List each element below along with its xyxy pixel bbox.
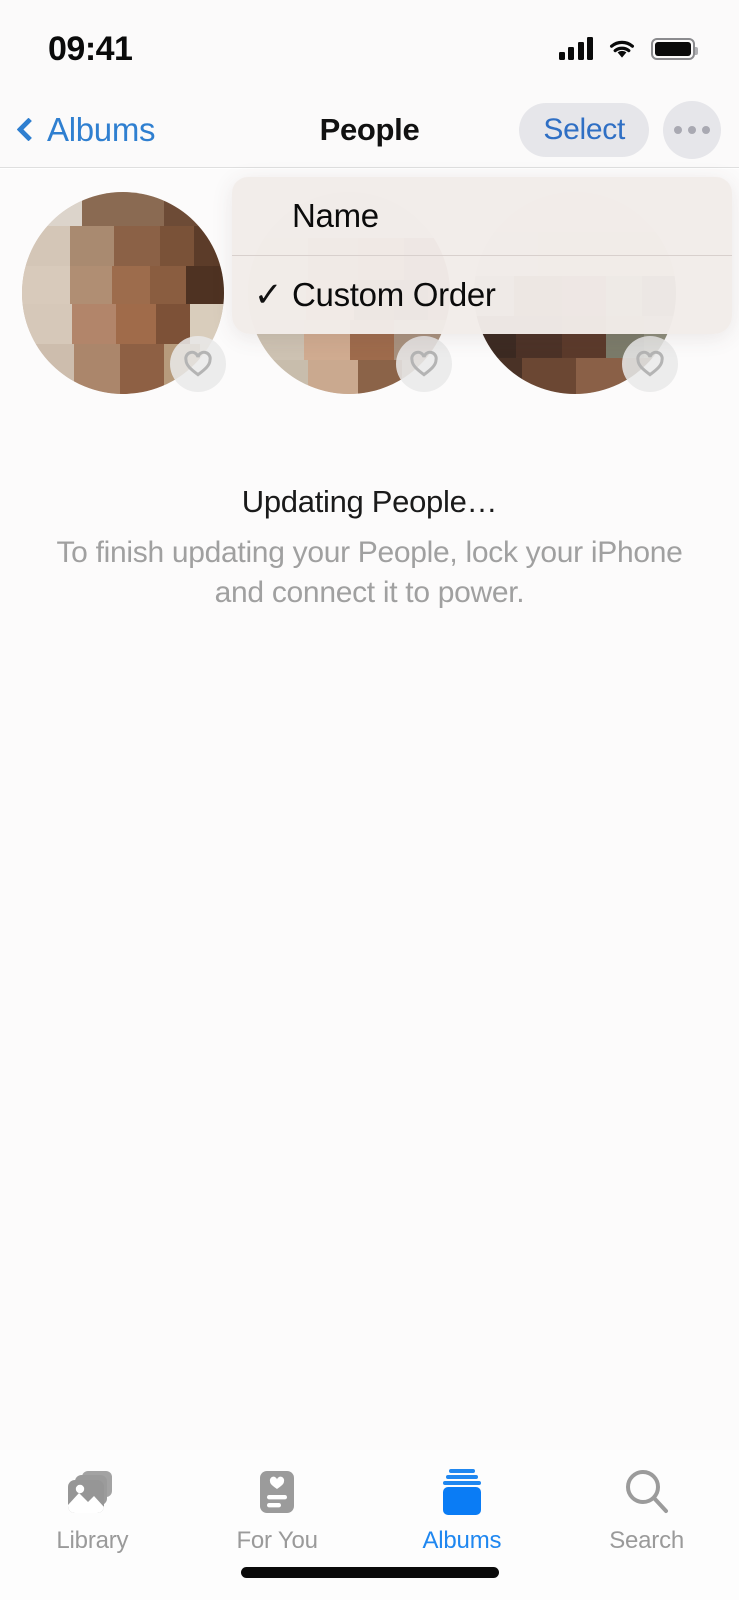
- ellipsis-icon: [702, 125, 710, 134]
- tab-label: Library: [56, 1527, 129, 1554]
- select-button[interactable]: Select: [519, 102, 649, 157]
- magnifier-icon: [623, 1468, 671, 1516]
- status-indicators: [558, 37, 698, 60]
- checkmark-icon: ✓: [254, 276, 283, 314]
- memories-card-icon: [255, 1468, 299, 1516]
- status-bar: 09:41: [0, 0, 739, 92]
- tab-label: For You: [236, 1527, 318, 1554]
- updating-status-block: Updating People… To finish updating your…: [0, 484, 739, 612]
- people-content: Name ✓ Custom Order Updating People… To …: [0, 169, 739, 1544]
- ellipsis-icon: [674, 125, 682, 134]
- heart-icon: [410, 350, 438, 377]
- wifi-icon: [610, 40, 634, 58]
- back-button-label: Albums: [47, 110, 156, 148]
- menu-item-label: Name: [292, 197, 379, 234]
- photo-stack-icon: [66, 1468, 118, 1516]
- tab-library[interactable]: Library: [0, 1468, 185, 1555]
- favorite-heart-badge: [170, 336, 226, 392]
- heart-icon: [184, 350, 212, 377]
- person-item[interactable]: [22, 192, 226, 410]
- favorite-heart-badge: [622, 336, 678, 392]
- tab-search[interactable]: Search: [554, 1468, 739, 1555]
- select-button-label: Select: [543, 112, 625, 146]
- navigation-actions: Select: [519, 100, 721, 159]
- menu-item-name[interactable]: Name: [232, 177, 732, 255]
- battery-full-icon: [651, 38, 698, 60]
- heart-icon: [636, 350, 664, 377]
- chevron-left-icon: [16, 117, 41, 142]
- ellipsis-icon: [688, 125, 696, 134]
- menu-item-label: Custom Order: [292, 276, 496, 313]
- tab-label: Albums: [422, 1527, 502, 1554]
- navigation-bar: Albums People Select: [0, 92, 739, 168]
- albums-icon: [439, 1468, 485, 1516]
- cellular-signal-icon: [558, 37, 593, 60]
- tab-for-you[interactable]: For You: [185, 1468, 370, 1555]
- photos-people-screen: 09:41 Albums People Select Name ✓ Custom…: [0, 0, 739, 1600]
- tab-albums[interactable]: Albums: [370, 1468, 555, 1555]
- sort-context-menu: Name ✓ Custom Order: [232, 177, 732, 334]
- updating-subtitle: To finish updating your People, lock you…: [56, 536, 683, 609]
- status-time: 09:41: [48, 29, 133, 68]
- menu-item-custom-order[interactable]: ✓ Custom Order: [232, 256, 732, 334]
- tab-label: Search: [609, 1527, 685, 1554]
- back-button[interactable]: Albums: [16, 110, 156, 149]
- updating-title: Updating People…: [241, 484, 498, 519]
- page-title: People: [319, 111, 420, 147]
- more-options-button[interactable]: [663, 100, 721, 159]
- favorite-heart-badge: [396, 336, 452, 392]
- home-indicator: [240, 1567, 499, 1578]
